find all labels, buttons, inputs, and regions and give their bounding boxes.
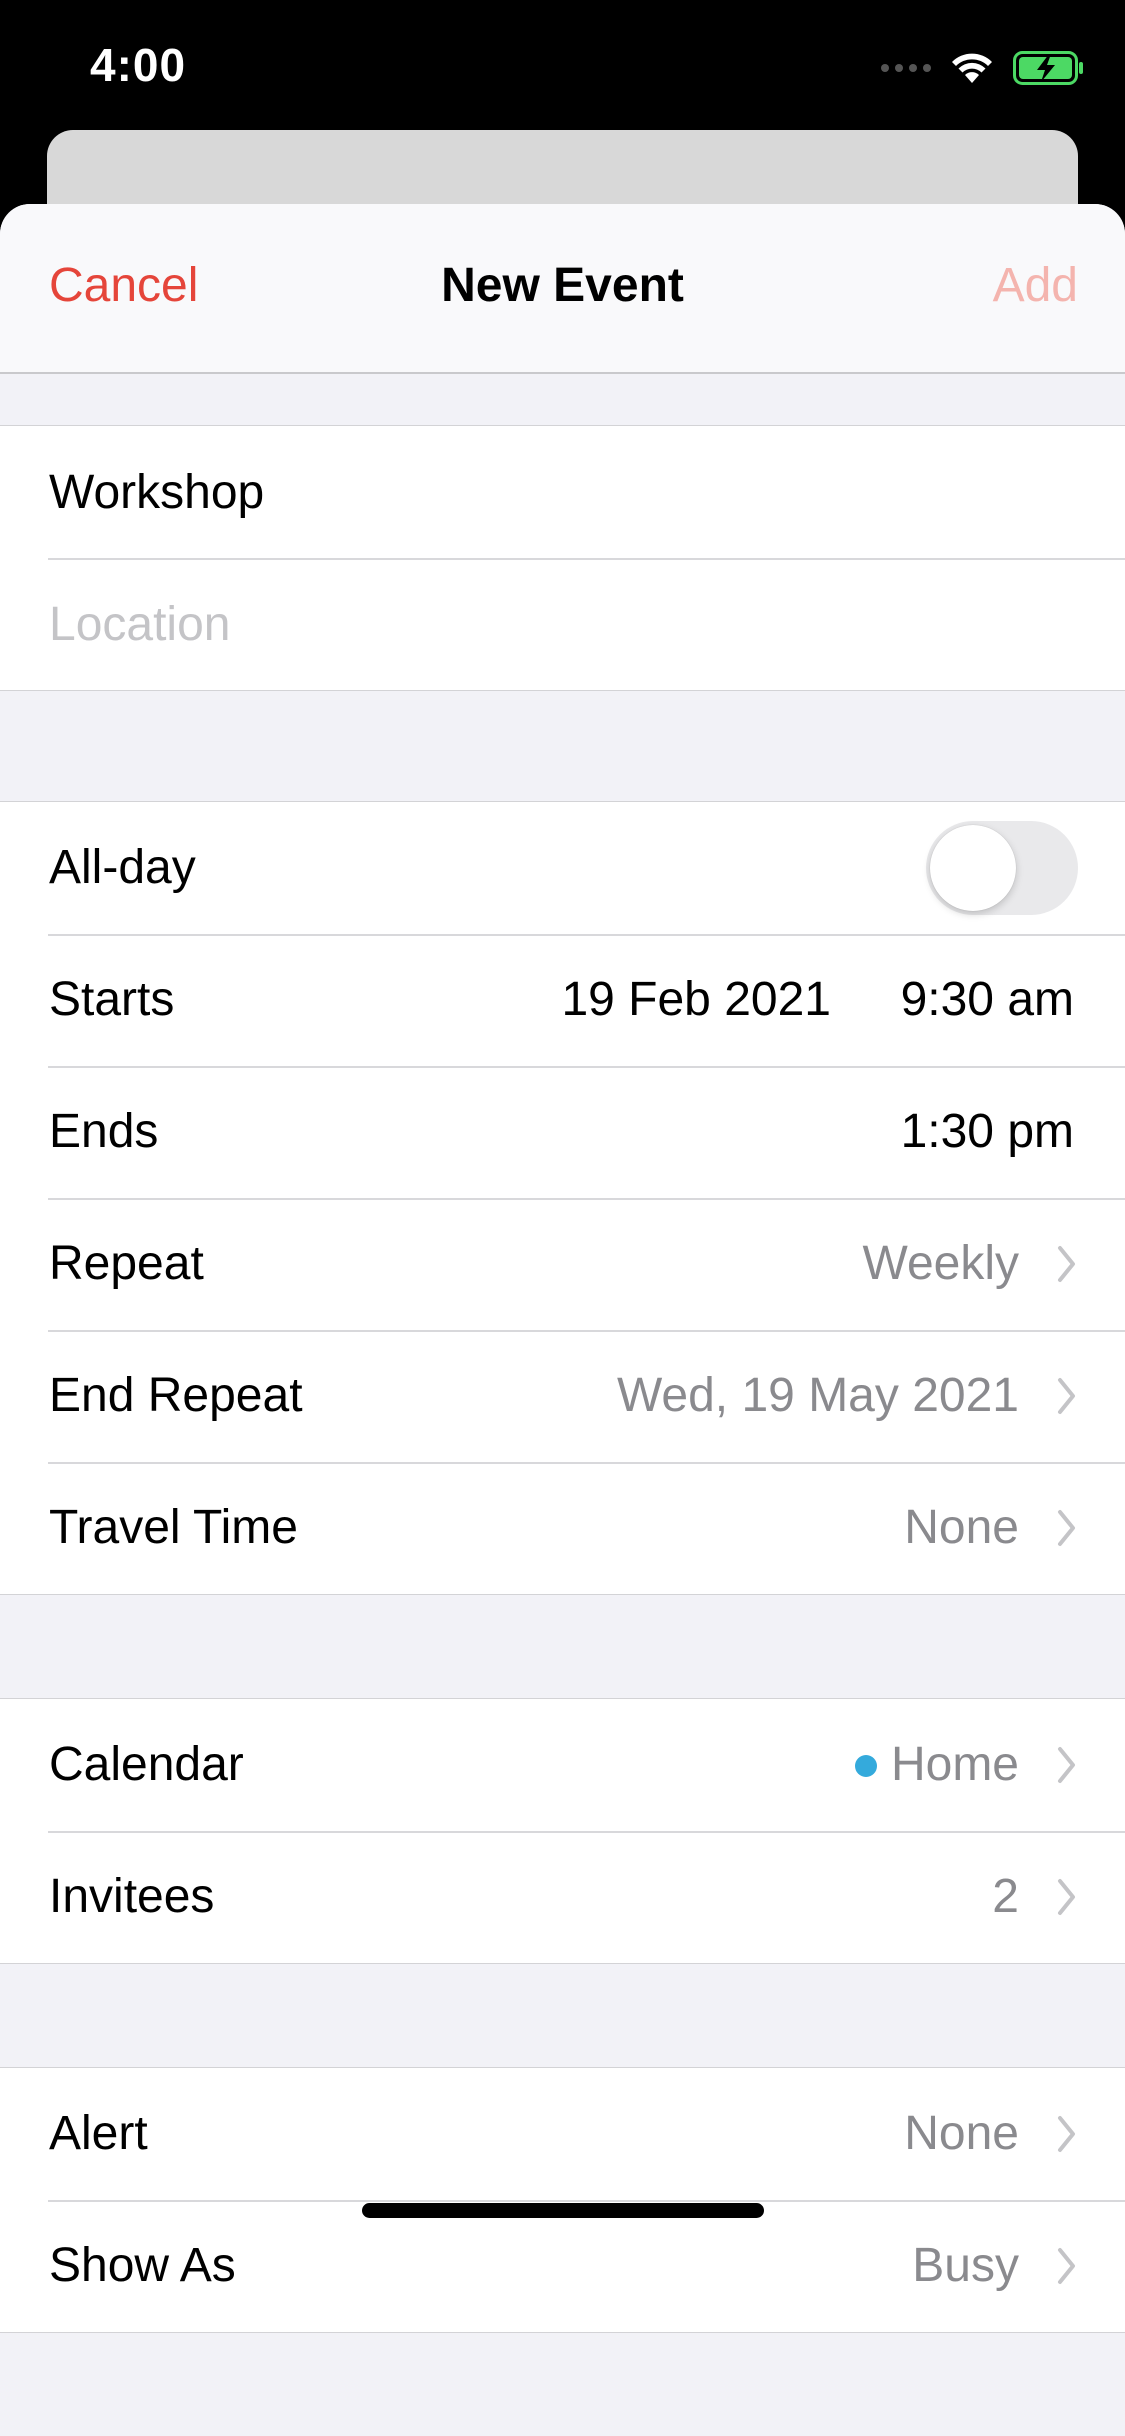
- alert-row[interactable]: Alert None: [0, 2068, 1125, 2200]
- battery-charging-icon: [1013, 51, 1083, 85]
- travel-time-label: Travel Time: [49, 1501, 298, 1554]
- invitees-label: Invitees: [49, 1870, 215, 1923]
- calendar-value: Home: [890, 1738, 1019, 1791]
- chevron-right-icon: [1058, 1378, 1075, 1414]
- repeat-row[interactable]: Repeat Weekly: [0, 1198, 1125, 1330]
- invitees-row[interactable]: Invitees 2: [0, 1831, 1125, 1963]
- all-day-label: All-day: [49, 841, 196, 894]
- chevron-right-icon: [1058, 1879, 1075, 1915]
- show-as-value: Busy: [912, 2239, 1019, 2292]
- calendar-label: Calendar: [49, 1738, 244, 1791]
- screen: 4:00 Cancel New Event Add Workshop Locat…: [0, 0, 1125, 2436]
- title-field[interactable]: [49, 426, 1079, 558]
- repeat-label: Repeat: [49, 1237, 204, 1290]
- alert-label: Alert: [49, 2107, 148, 2160]
- invitees-value: 2: [992, 1870, 1019, 1923]
- chevron-right-icon: [1058, 1246, 1075, 1282]
- starts-date[interactable]: 19 Feb 2021: [561, 934, 831, 1066]
- all-day-row: All-day: [0, 802, 1125, 934]
- navigation-bar: Cancel New Event Add: [0, 204, 1125, 374]
- ends-row[interactable]: Ends 1:30 pm: [0, 1066, 1125, 1198]
- ends-label: Ends: [49, 1105, 159, 1158]
- status-icons: [881, 48, 1085, 88]
- add-button[interactable]: Add: [993, 258, 1078, 313]
- status-time: 4:00: [90, 39, 187, 91]
- title-row: [0, 426, 1125, 558]
- location-field[interactable]: [49, 558, 1079, 690]
- alert-value: None: [904, 2107, 1019, 2160]
- calendar-row[interactable]: Calendar Home: [0, 1699, 1125, 1831]
- chevron-right-icon: [1058, 1747, 1075, 1783]
- new-event-sheet: Cancel New Event Add All-day Starts: [0, 204, 1125, 2436]
- page-title: New Event: [441, 259, 684, 312]
- calendar-color-dot: [855, 1755, 877, 1777]
- home-indicator[interactable]: [362, 2203, 764, 2218]
- end-repeat-row[interactable]: End Repeat Wed, 19 May 2021: [0, 1330, 1125, 1462]
- repeat-value: Weekly: [862, 1237, 1020, 1290]
- wifi-icon: [952, 53, 992, 83]
- ends-time[interactable]: 1:30 pm: [901, 1066, 1074, 1198]
- alert-group: Alert None Show As Busy: [0, 2067, 1125, 2333]
- show-as-label: Show As: [49, 2239, 236, 2292]
- starts-row[interactable]: Starts 19 Feb 2021 9:30 am: [0, 934, 1125, 1066]
- chevron-right-icon: [1058, 1510, 1075, 1546]
- travel-time-row[interactable]: Travel Time None: [0, 1462, 1125, 1594]
- title-location-group: [0, 425, 1125, 691]
- travel-time-value: None: [904, 1501, 1019, 1554]
- end-repeat-label: End Repeat: [49, 1369, 303, 1422]
- all-day-toggle[interactable]: [926, 821, 1078, 915]
- toggle-knob: [930, 825, 1016, 911]
- location-row: [0, 558, 1125, 690]
- timing-group: All-day Starts 19 Feb 2021 9:30 am Ends …: [0, 801, 1125, 1595]
- calendar-group: Calendar Home Invitees 2: [0, 1698, 1125, 1964]
- chevron-right-icon: [1058, 2116, 1075, 2152]
- starts-label: Starts: [49, 973, 175, 1026]
- chevron-right-icon: [1058, 2248, 1075, 2284]
- show-as-row[interactable]: Show As Busy: [0, 2200, 1125, 2332]
- end-repeat-value: Wed, 19 May 2021: [616, 1369, 1019, 1422]
- cellular-signal-icon: [881, 64, 931, 72]
- starts-time[interactable]: 9:30 am: [901, 934, 1074, 1066]
